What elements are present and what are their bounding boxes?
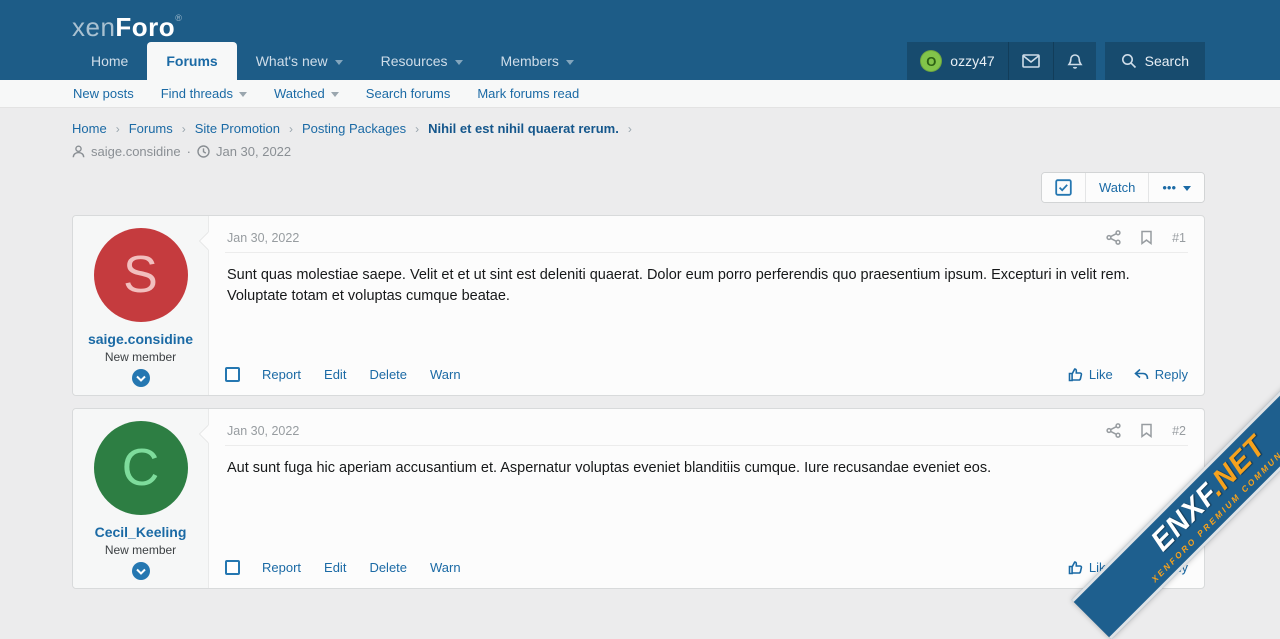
share-icon[interactable]: [1106, 423, 1121, 438]
expand-user-info-button[interactable]: [132, 369, 150, 387]
reply-arrow-icon: [1134, 368, 1149, 381]
avatar[interactable]: S: [94, 228, 188, 322]
thumbs-up-icon: [1068, 367, 1083, 382]
thread-author[interactable]: saige.considine: [91, 144, 181, 159]
post-author-cell: C Cecil_Keeling New member: [73, 409, 209, 588]
thread-title: Nihil et est nihil quaerat rerum.: [428, 121, 619, 136]
alerts-button[interactable]: [1053, 42, 1096, 80]
post-author-link[interactable]: Cecil_Keeling: [95, 524, 187, 540]
breadcrumb-posting-packages[interactable]: Posting Packages: [302, 121, 406, 136]
share-icon[interactable]: [1106, 230, 1121, 245]
like-button[interactable]: Like: [1068, 367, 1113, 382]
watch-button[interactable]: Watch: [1085, 173, 1148, 202]
post-reactions: Like Reply: [1068, 367, 1188, 382]
moderator-links: Report Edit Delete Warn: [262, 367, 461, 382]
avatar[interactable]: C: [94, 421, 188, 515]
clock-icon: [197, 145, 210, 158]
thread-meta: saige.considine · Jan 30, 2022: [72, 144, 1205, 159]
post-content: Sunt quas molestiae saepe. Velit et et u…: [225, 253, 1188, 353]
username-label: ozzy47: [950, 53, 994, 69]
post-message: Jan 30, 2022 #1 Sunt quas molestiae saep…: [209, 216, 1204, 395]
reply-button[interactable]: Reply: [1134, 367, 1188, 382]
breadcrumb-site-promotion[interactable]: Site Promotion: [195, 121, 280, 136]
post-select-checkbox[interactable]: [225, 367, 240, 382]
nav-tab-whats-new[interactable]: What's new: [237, 42, 362, 80]
breadcrumb-separator: ›: [415, 122, 419, 136]
nav-tab-forums[interactable]: Forums: [147, 42, 236, 80]
thread-toolbar: Watch •••: [72, 172, 1205, 203]
post-number[interactable]: #2: [1172, 424, 1186, 438]
chevron-down-icon: [136, 375, 146, 382]
post-1: S saige.considine New member Jan 30, 202…: [72, 215, 1205, 396]
post-author-cell: S saige.considine New member: [73, 216, 209, 395]
forum-subnav: New posts Find threads Watched Search fo…: [0, 80, 1280, 108]
main-nav: Home Forums What's new Resources Members…: [0, 42, 1280, 80]
chevron-down-icon: [455, 60, 463, 65]
xenforo-logo[interactable]: xenForo®: [72, 14, 182, 42]
more-options-button[interactable]: •••: [1148, 173, 1204, 202]
page-content: Home › Forums › Site Promotion › Posting Pa…: [0, 108, 1280, 589]
breadcrumb-forums[interactable]: Forums: [129, 121, 173, 136]
person-icon: [72, 145, 85, 158]
chevron-down-icon: [239, 92, 247, 97]
post-date[interactable]: Jan 30, 2022: [227, 424, 299, 438]
delete-link[interactable]: Delete: [369, 367, 407, 382]
chevron-down-icon: [136, 568, 146, 575]
post-author-role: New member: [105, 350, 176, 364]
chevron-down-icon: [566, 60, 574, 65]
search-button[interactable]: Search: [1105, 42, 1205, 80]
breadcrumb-separator: ›: [116, 122, 120, 136]
nav-tab-members[interactable]: Members: [482, 42, 593, 80]
expand-user-info-button[interactable]: [132, 562, 150, 580]
visitor-panel: O ozzy47: [907, 42, 1095, 80]
checkbox-checked-icon: [1055, 179, 1072, 196]
chevron-down-icon: [335, 60, 343, 65]
site-header: xenForo® Home Forums What's new Resource…: [0, 0, 1280, 80]
edit-link[interactable]: Edit: [324, 367, 346, 382]
post-content: Aut sunt fuga hic aperiam accusantium et…: [225, 446, 1188, 546]
breadcrumb-home[interactable]: Home: [72, 121, 107, 136]
subnav-new-posts[interactable]: New posts: [73, 86, 134, 101]
search-icon: [1121, 53, 1137, 69]
nav-tab-resources[interactable]: Resources: [362, 42, 482, 80]
chevron-down-icon: [1183, 186, 1191, 191]
post-message: Jan 30, 2022 #2 Aut sunt fuga hic aperia…: [209, 409, 1204, 588]
bookmark-icon[interactable]: [1140, 230, 1153, 245]
breadcrumb: Home › Forums › Site Promotion › Posting Pa…: [72, 121, 1205, 136]
report-link[interactable]: Report: [262, 367, 301, 382]
post-number[interactable]: #1: [1172, 231, 1186, 245]
post-author-role: New member: [105, 543, 176, 557]
subnav-find-threads[interactable]: Find threads: [161, 86, 247, 101]
warn-link[interactable]: Warn: [430, 367, 461, 382]
bell-icon: [1067, 53, 1083, 70]
post-author-link[interactable]: saige.considine: [88, 331, 193, 347]
thread-date[interactable]: Jan 30, 2022: [216, 144, 291, 159]
select-all-posts-button[interactable]: [1042, 173, 1085, 202]
subnav-watched[interactable]: Watched: [274, 86, 339, 101]
bookmark-icon[interactable]: [1140, 423, 1153, 438]
nav-tab-home[interactable]: Home: [72, 42, 147, 80]
breadcrumb-separator: ›: [628, 122, 632, 136]
post-2: C Cecil_Keeling New member Jan 30, 2022 …: [72, 408, 1205, 589]
breadcrumb-separator: ›: [182, 122, 186, 136]
breadcrumb-separator: ›: [289, 122, 293, 136]
envelope-icon: [1022, 54, 1040, 68]
account-menu[interactable]: O ozzy47: [907, 42, 1007, 80]
inbox-button[interactable]: [1008, 42, 1053, 80]
chevron-down-icon: [331, 92, 339, 97]
user-avatar: O: [920, 50, 942, 72]
post-date[interactable]: Jan 30, 2022: [227, 231, 299, 245]
subnav-mark-forums-read[interactable]: Mark forums read: [477, 86, 579, 101]
subnav-search-forums[interactable]: Search forums: [366, 86, 451, 101]
